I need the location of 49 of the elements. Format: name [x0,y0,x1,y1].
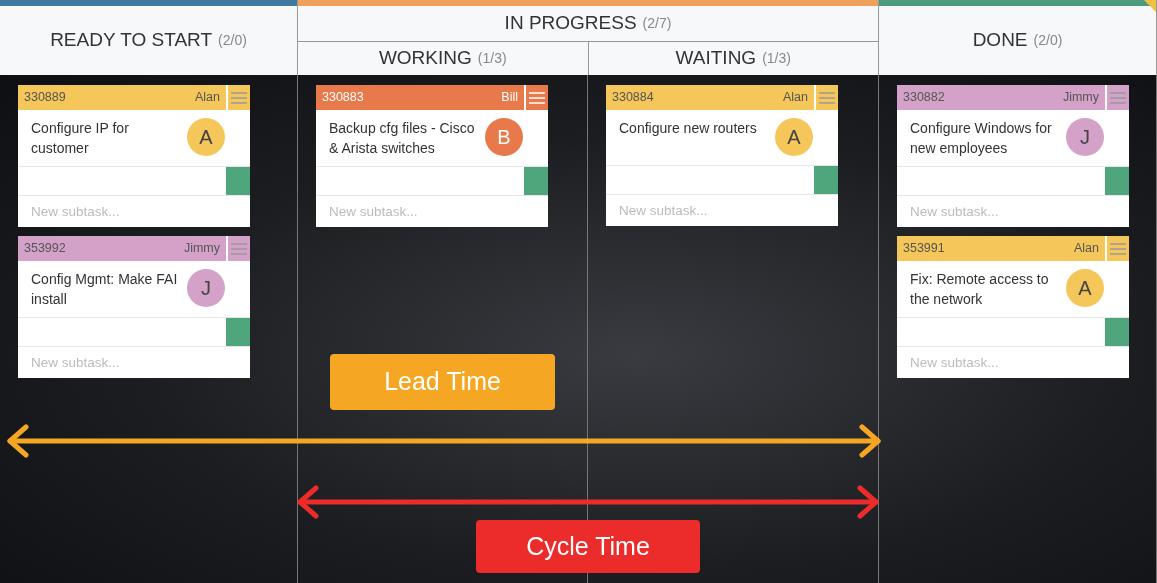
column-title: DONE [972,28,1028,53]
menu-icon[interactable] [524,85,548,110]
task-id: 330883 [321,89,365,107]
assignee-name: Alan [782,89,809,107]
card-count: (2/0) [1033,31,1063,50]
task-id: 353992 [23,240,67,258]
menu-icon[interactable] [226,236,250,261]
status-marker [226,318,250,346]
card-count: (1/3) [477,49,507,68]
assignee-name: Jimmy [183,240,221,258]
status-marker [226,167,250,195]
column-title: WORKING [378,46,472,71]
card-count: (1/3) [762,49,791,68]
avatar: A [1066,269,1104,307]
avatar: A [187,118,225,156]
status-marker [1105,167,1129,195]
avatar: J [187,269,225,307]
assignee-name: Alan [194,89,221,107]
column-title: WAITING [675,46,757,71]
annotation-label: Lead Time [330,354,555,410]
column-title: READY TO START [50,28,213,53]
avatar: B [485,118,523,156]
task-title: Backup cfg files - Cisco & Arista switches [329,119,476,158]
avatar: J [1066,118,1104,156]
menu-icon[interactable] [226,85,250,110]
column-title: IN PROGRESS [504,11,637,36]
status-marker [1105,318,1129,346]
status-marker [524,167,548,195]
assignee-name: Jimmy [1062,89,1100,107]
menu-icon[interactable] [1105,236,1129,261]
task-title: Configure Windows for new employees [910,119,1053,158]
task-id: 330882 [902,89,946,107]
task-title: Configure new routers [619,119,758,138]
task-title: Configure IP for customer [31,119,130,158]
task-id: 330884 [611,89,655,107]
menu-icon[interactable] [1105,85,1129,110]
card-count: (2/0) [218,31,247,50]
annotation-label: Cycle Time [476,520,700,573]
avatar: A [775,118,813,156]
task-id: 353991 [902,240,946,258]
corner-marker [1144,0,1156,12]
assignee-name: Bill [501,89,519,107]
status-marker [814,166,838,194]
task-title: Fix: Remote access to the network [910,270,1050,309]
card-count: (2/7) [642,14,672,33]
task-title: Config Mgmt: Make FAI install [31,270,179,309]
task-id: 330889 [23,89,67,107]
menu-icon[interactable] [814,85,838,110]
assignee-name: Alan [1073,240,1100,258]
